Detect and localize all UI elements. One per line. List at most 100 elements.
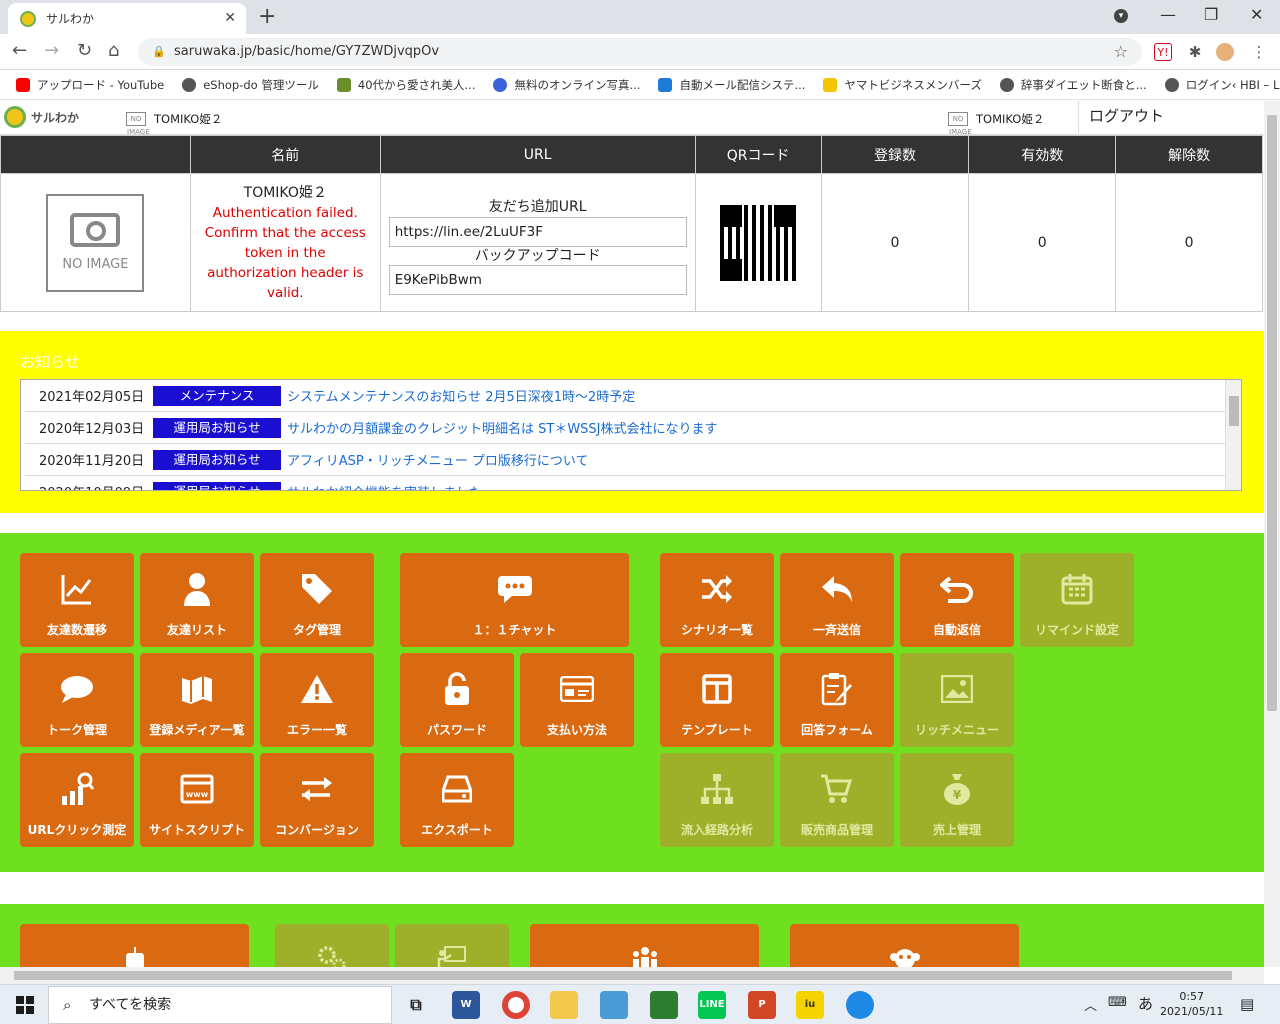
- scrollbar-thumb[interactable]: [14, 971, 1232, 980]
- bookmark-mail[interactable]: 自動メール配信システ...: [658, 77, 805, 93]
- forward-icon[interactable]: →: [44, 40, 59, 61]
- tray-up-icon[interactable]: ︿: [1084, 995, 1097, 1014]
- tile-auto-reply[interactable]: 自動返信: [900, 553, 1014, 647]
- money-bag-icon: ¥: [900, 771, 1014, 807]
- tile-label: 支払い方法: [546, 723, 607, 737]
- yamato-icon: [823, 77, 838, 92]
- tile-template[interactable]: テンプレート: [660, 653, 774, 747]
- tile-settings-disabled[interactable]: [275, 924, 389, 967]
- warning-icon: [260, 671, 374, 707]
- yahoo-extension-icon[interactable]: Y!: [1154, 43, 1172, 61]
- page-horizontal-scrollbar[interactable]: [0, 967, 1264, 984]
- address-bar[interactable]: 🔒 saruwaka.jp/basic/home/GY7ZWDjvqpOv ☆: [138, 38, 1142, 66]
- tile-inflow-disabled[interactable]: 流入経路分析: [660, 753, 774, 847]
- tile-export[interactable]: エクスポート: [400, 753, 514, 847]
- list-item[interactable]: 2020年11月20日 運用局お知らせ アフィリASP・リッチメニュー プロ版移…: [25, 444, 1225, 476]
- logout-link[interactable]: ログアウト: [1078, 101, 1260, 133]
- browser-tab[interactable]: サルわか ✕: [8, 3, 246, 34]
- back-icon[interactable]: ←: [12, 40, 27, 61]
- tile-error-list[interactable]: エラー一覧: [260, 653, 374, 747]
- tile-media-list[interactable]: 登録メディア一覧: [140, 653, 254, 747]
- reload-icon[interactable]: ↻: [77, 40, 92, 61]
- taskbar-clock[interactable]: 0:57 2021/05/11: [1160, 989, 1223, 1019]
- tile-presentation-disabled[interactable]: [395, 924, 509, 967]
- list-item[interactable]: 2020年10月09日 運用局お知らせ サルわか紹介機能を実装しました: [25, 476, 1225, 490]
- bookmark-eshop[interactable]: eShop-do 管理ツール: [182, 77, 319, 93]
- notice-link[interactable]: アフィリASP・リッチメニュー プロ版移行について: [287, 450, 588, 469]
- tile-password[interactable]: パスワード: [400, 653, 514, 747]
- bookmark-star-icon[interactable]: ☆: [1114, 38, 1128, 66]
- menu-dots-icon[interactable]: ⋮: [1250, 43, 1268, 61]
- tab-search-icon[interactable]: ▾: [1114, 9, 1128, 23]
- tile-talk-manage[interactable]: トーク管理: [20, 653, 134, 747]
- tags-icon: [260, 571, 374, 607]
- notice-scrollbar[interactable]: [1225, 380, 1241, 490]
- backup-code-field[interactable]: E9KePibBwm: [388, 264, 687, 295]
- registered-count: 0: [820, 173, 970, 312]
- tile-scenario-list[interactable]: シナリオ一覧: [660, 553, 774, 647]
- bookmark-youtube[interactable]: アップロード - YouTube: [16, 77, 164, 93]
- profile-avatar[interactable]: [1216, 43, 1234, 61]
- file-explorer-icon[interactable]: [550, 991, 578, 1019]
- tile-payment[interactable]: 支払い方法: [520, 653, 634, 747]
- app2-icon[interactable]: iu: [796, 991, 824, 1019]
- task-view-icon[interactable]: ⧉: [402, 991, 430, 1019]
- qr-cell: [694, 173, 822, 312]
- ime-indicator[interactable]: あ: [1138, 993, 1153, 1014]
- account-switch-left[interactable]: NO IMAGE TOMIKO姫２: [126, 111, 222, 136]
- tile-chat[interactable]: １：１チャット: [400, 553, 629, 647]
- tile-friend-trend[interactable]: 友達数遷移: [20, 553, 134, 647]
- bookmark-photo[interactable]: 無料のオンライン写真...: [493, 77, 640, 93]
- gears-icon: [275, 940, 389, 967]
- notice-link[interactable]: サルわか紹介機能を実装しました: [287, 482, 482, 490]
- tile-rich-menu-disabled[interactable]: リッチメニュー: [900, 653, 1014, 747]
- list-item[interactable]: 2020年12月03日 運用局お知らせ サルわかの月額課金のクレジット明細名は …: [25, 412, 1225, 444]
- tile-conversion[interactable]: コンバージョン: [260, 753, 374, 847]
- notice-link[interactable]: システムメンテナンスのお知らせ 2月5日深夜1時～2時予定: [287, 386, 635, 405]
- tile-broadcast[interactable]: 一斉送信: [780, 553, 894, 647]
- qr-code-image[interactable]: [720, 204, 797, 281]
- tile-bot[interactable]: [20, 924, 249, 967]
- tile-site-script[interactable]: www サイトスクリプト: [140, 753, 254, 847]
- tab-close-icon[interactable]: ✕: [224, 10, 236, 26]
- tile-answer-form[interactable]: 回答フォーム: [780, 653, 894, 747]
- notification-icon[interactable]: ▤: [1240, 995, 1254, 1013]
- bookmark-hbi[interactable]: ログイン‹ HBI – LP —...: [1164, 77, 1280, 93]
- window-close-icon[interactable]: ✕: [1250, 5, 1263, 24]
- windows-start-icon[interactable]: [16, 996, 34, 1014]
- list-item[interactable]: 2021年02月05日 メンテナンス システムメンテナンスのお知らせ 2月5日深…: [25, 380, 1225, 412]
- scrollbar-thumb[interactable]: [1267, 115, 1277, 711]
- page-vertical-scrollbar[interactable]: [1264, 101, 1280, 967]
- sales-app-icon[interactable]: [650, 991, 678, 1019]
- tile-url-click[interactable]: URLクリック測定: [20, 753, 134, 847]
- tile-friend-list[interactable]: 友達リスト: [140, 553, 254, 647]
- friend-url-field[interactable]: https://lin.ee/2LuUF3F: [388, 216, 687, 247]
- chrome-icon[interactable]: [502, 991, 530, 1019]
- tile-remind-disabled[interactable]: リマインド設定: [1020, 553, 1134, 647]
- powerpoint-icon[interactable]: P: [748, 991, 776, 1019]
- edge-icon[interactable]: [846, 991, 874, 1019]
- bar-chart-search-icon: [20, 771, 134, 807]
- line-icon[interactable]: LINE: [698, 991, 726, 1019]
- account-current[interactable]: NO IMAGE TOMIKO姫２: [948, 111, 1044, 136]
- tile-group[interactable]: [530, 924, 759, 967]
- bookmark-beauty[interactable]: 40代から愛され美人...: [336, 77, 475, 93]
- notice-link[interactable]: サルわかの月額課金のクレジット明細名は ST＊WSSJ株式会社になります: [287, 418, 718, 437]
- new-tab-button[interactable]: +: [258, 4, 276, 29]
- tile-sales-disabled[interactable]: ¥ 売上管理: [900, 753, 1014, 847]
- tile-tag-manage[interactable]: タグ管理: [260, 553, 374, 647]
- app-icon[interactable]: [600, 991, 628, 1019]
- saruwaka-logo[interactable]: サルわか: [4, 106, 79, 128]
- restore-icon[interactable]: ❐: [1204, 5, 1218, 24]
- tile-products-disabled[interactable]: 販売商品管理: [780, 753, 894, 847]
- keyboard-icon[interactable]: ⌨: [1108, 995, 1127, 1010]
- minimize-icon[interactable]: —: [1160, 5, 1176, 24]
- taskbar-search[interactable]: ⌕ すべてを検索: [48, 986, 392, 1024]
- extensions-puzzle-icon[interactable]: ✱: [1186, 43, 1204, 61]
- home-icon[interactable]: ⌂: [108, 40, 119, 61]
- bookmark-diet[interactable]: 辞事ダイエット断食と...: [999, 77, 1147, 93]
- scrollbar-thumb[interactable]: [1229, 396, 1239, 426]
- tile-monkey[interactable]: [790, 924, 1019, 967]
- bookmark-yamato[interactable]: ヤマトビジネスメンバーズ: [823, 77, 982, 93]
- word-icon[interactable]: W: [452, 991, 480, 1019]
